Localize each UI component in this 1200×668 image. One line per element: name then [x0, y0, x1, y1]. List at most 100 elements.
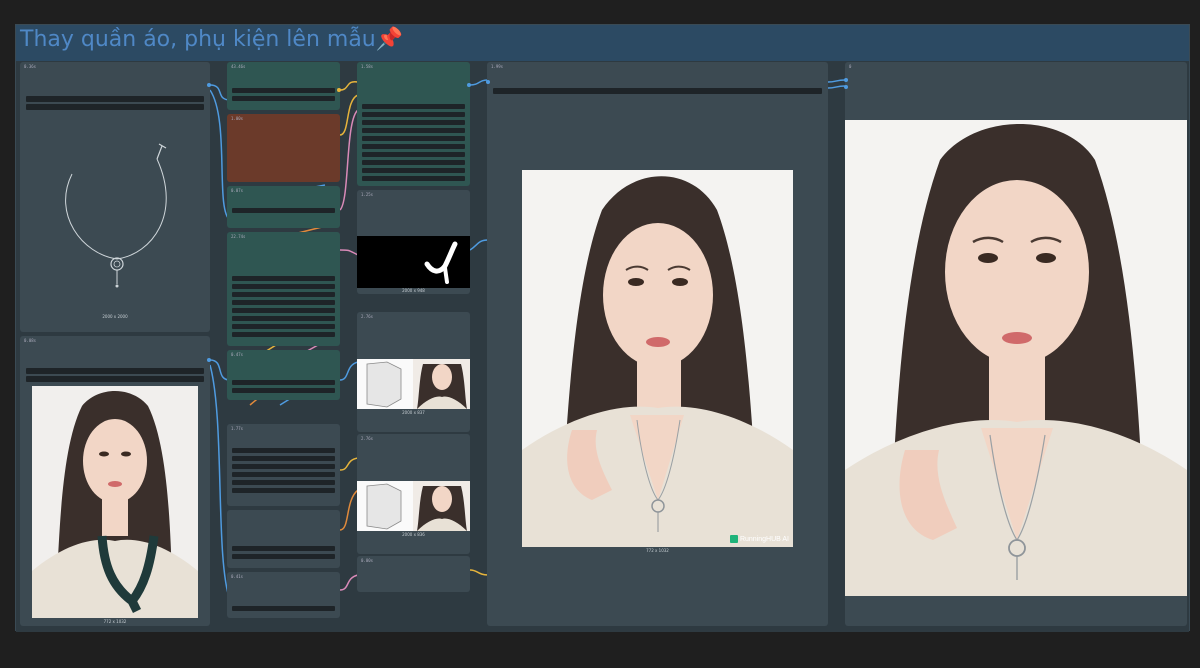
watermark-logo-icon — [729, 535, 738, 543]
node-widget[interactable] — [232, 488, 335, 493]
output-photo — [845, 120, 1187, 596]
wire — [469, 569, 489, 576]
node-timing: 0.36s — [24, 64, 37, 69]
image-size-caption: 772 x 1032 — [646, 548, 669, 553]
node-widget[interactable] — [26, 376, 204, 382]
necklace-image — [65, 143, 167, 288]
input-port[interactable] — [486, 80, 490, 84]
processing-node[interactable]: 1.77s — [227, 424, 340, 506]
node-widget[interactable] — [232, 332, 335, 337]
node-widget[interactable] — [232, 388, 335, 393]
node-widget[interactable] — [232, 276, 335, 281]
input-port[interactable] — [844, 85, 848, 89]
node-widget[interactable] — [26, 96, 204, 102]
node-widget[interactable] — [232, 292, 335, 297]
node-widget[interactable] — [493, 88, 822, 94]
composite-image — [357, 359, 470, 409]
processing-node[interactable]: 43.46s — [227, 62, 340, 110]
processing-node[interactable] — [227, 510, 340, 568]
node-widget[interactable] — [232, 546, 335, 551]
wire — [339, 361, 359, 381]
wire — [827, 79, 846, 83]
image-size-caption: 2000 x 2000 — [102, 314, 128, 319]
wire — [339, 489, 359, 531]
node-widget[interactable] — [362, 176, 465, 181]
node-timing: 1.99s — [491, 64, 504, 69]
node-widget[interactable] — [232, 480, 335, 485]
wire — [339, 109, 359, 211]
node-timing: 0.47s — [231, 352, 244, 357]
node-timing: 2.76s — [361, 436, 374, 441]
node-widget[interactable] — [362, 136, 465, 141]
image-size-caption: 2000 x 837 — [402, 410, 425, 415]
node-widget[interactable] — [26, 104, 204, 110]
node-widget[interactable] — [232, 324, 335, 329]
node-timing: 0.08s — [24, 338, 37, 343]
node-widget[interactable] — [232, 300, 335, 305]
node-timing: 1.25s — [361, 192, 374, 197]
input-port[interactable] — [844, 78, 848, 82]
node-widget[interactable] — [232, 284, 335, 289]
node-timing: 22.74s — [231, 234, 246, 239]
node-widget[interactable] — [232, 208, 335, 213]
wire — [469, 239, 489, 251]
node-widget[interactable] — [232, 448, 335, 453]
processing-node[interactable]: 1.58s — [357, 62, 470, 186]
node-widget[interactable] — [232, 316, 335, 321]
node-widget[interactable] — [232, 464, 335, 469]
node-widget[interactable] — [232, 472, 335, 477]
image-size-caption: 2000 x 836 — [402, 532, 425, 537]
output-port[interactable] — [467, 83, 471, 87]
node-widget[interactable] — [232, 606, 335, 611]
node-timing: 0.00s — [361, 558, 374, 563]
load-necklace-node[interactable]: 0.36s 2000 x 2000 — [20, 62, 210, 332]
node-timing: 1.00s — [231, 116, 244, 121]
node-widget[interactable] — [232, 456, 335, 461]
output-port[interactable] — [337, 88, 341, 92]
input-port[interactable] — [207, 83, 211, 87]
node-widget[interactable] — [362, 104, 465, 109]
wire — [827, 85, 846, 89]
mask-image — [357, 236, 470, 288]
processing-node[interactable]: 0.07s — [227, 186, 340, 228]
processing-node[interactable]: 0.41s — [227, 572, 340, 618]
node-widget[interactable] — [232, 554, 335, 559]
composite-image — [357, 481, 470, 531]
node-widget[interactable] — [362, 168, 465, 173]
composite-node[interactable]: 2.76s 2000 x 837 — [357, 312, 470, 432]
node-widget[interactable] — [362, 120, 465, 125]
node-widget[interactable] — [232, 308, 335, 313]
model-photo-masked — [32, 386, 198, 618]
node-timing: 0 — [849, 64, 852, 69]
node-widget[interactable] — [362, 152, 465, 157]
node-timing: 43.46s — [231, 64, 246, 69]
wire — [339, 249, 359, 256]
processing-node[interactable]: 0.47s — [227, 350, 340, 400]
node-widget[interactable] — [232, 380, 335, 385]
mask-preview-node[interactable]: 1.25s 2000 x 948 — [357, 190, 470, 294]
workflow-canvas[interactable]: Thay quần áo, phụ kiện lên mẫu📌 0.36s 20… — [0, 0, 1200, 668]
node-timing: 0.41s — [231, 574, 244, 579]
wire — [339, 457, 359, 471]
node-widget[interactable] — [232, 88, 335, 93]
composite-node[interactable]: 2.76s 2000 x 836 — [357, 434, 470, 554]
image-size-caption: 772 x 1032 — [103, 619, 127, 624]
preview-image-node[interactable]: 1.99s RunningHUB AI 772 x 1032 — [487, 62, 828, 626]
node-widget[interactable] — [362, 128, 465, 133]
node-widget[interactable] — [362, 112, 465, 117]
watermark: RunningHUB AI — [729, 535, 789, 543]
node-timing: 1.58s — [361, 64, 374, 69]
processing-node[interactable]: 22.74s — [227, 232, 340, 346]
output-image-node[interactable]: 0 — [845, 62, 1187, 626]
node-widget[interactable] — [232, 96, 335, 101]
load-model-node[interactable]: 0.08s 772 x 1032 — [20, 336, 210, 626]
node-widget[interactable] — [362, 144, 465, 149]
processing-node[interactable]: 1.00s — [227, 114, 340, 182]
processing-node[interactable]: 0.00s — [357, 556, 470, 592]
node-widget[interactable] — [26, 368, 204, 374]
wire — [339, 81, 359, 91]
input-port[interactable] — [207, 358, 211, 362]
node-widget[interactable] — [362, 160, 465, 165]
node-timing: 0.07s — [231, 188, 244, 193]
image-size-caption: 2000 x 948 — [402, 288, 425, 293]
